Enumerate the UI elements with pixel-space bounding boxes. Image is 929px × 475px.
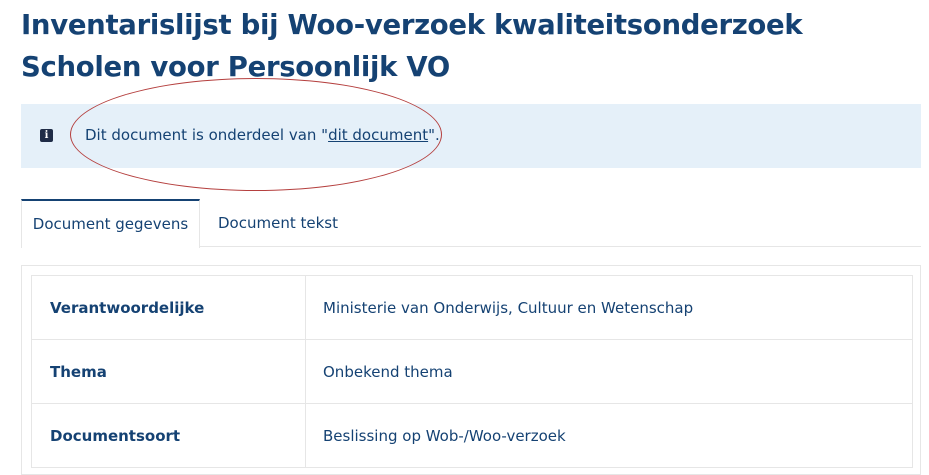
tab-document-gegevens[interactable]: Document gegevens [21, 199, 200, 248]
document-details-table: Verantwoordelijke Ministerie van Onderwi… [31, 275, 913, 468]
row-label-verantwoordelijke: Verantwoordelijke [31, 275, 306, 340]
document-details-panel: Verantwoordelijke Ministerie van Onderwi… [21, 265, 921, 475]
row-value-verantwoordelijke: Ministerie van Onderwijs, Cultuur en Wet… [305, 275, 913, 340]
row-label-thema: Thema [31, 339, 306, 404]
row-value-documentsoort: Beslissing op Wob-/Woo-verzoek [305, 403, 913, 468]
highlight-annotation-ellipse [70, 78, 442, 191]
table-row: Thema Onbekend thema [31, 339, 913, 404]
document-tabs: Document gegevens Document tekst [21, 199, 921, 248]
info-icon: i [40, 129, 53, 142]
table-row: Verantwoordelijke Ministerie van Onderwi… [31, 275, 913, 340]
tab-document-tekst[interactable]: Document tekst [200, 199, 356, 247]
table-row: Documentsoort Beslissing op Wob-/Woo-ver… [31, 403, 913, 468]
row-label-documentsoort: Documentsoort [31, 403, 306, 468]
row-value-thema: Onbekend thema [305, 339, 913, 404]
page-title: Inventarislijst bij Woo-verzoek kwalitei… [21, 9, 803, 83]
